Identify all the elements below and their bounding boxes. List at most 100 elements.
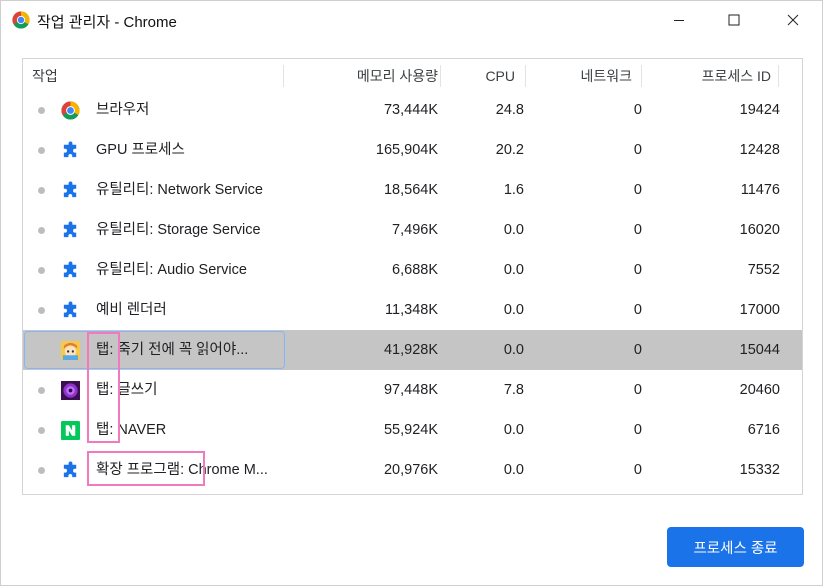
pid-value: 19424 [739,102,780,118]
title-bar: 작업 관리자 - Chrome [1,1,822,39]
naver-icon [61,421,80,440]
task-name: 유틸리티: Storage Service [96,222,261,238]
cpu-value: 0.0 [503,262,524,278]
maximize-button[interactable] [711,1,757,39]
cpu-value: 0.0 [503,222,524,238]
network-value: 0 [633,342,642,358]
column-divider[interactable] [641,65,642,87]
network-value: 0 [633,222,642,238]
memory-value: 73,444K [383,102,438,118]
cpu-value: 7.8 [503,382,524,398]
puzzle-icon [63,181,77,198]
memory-value: 41,928K [383,342,438,358]
status-dot [38,307,45,314]
cpu-value: 0.0 [503,422,524,438]
task-name: 유틸리티: Audio Service [96,262,247,278]
status-dot [38,187,45,194]
memory-value: 11,348K [385,302,438,318]
purple-flower-favicon-icon [61,381,80,400]
window-title: 작업 관리자 - Chrome [37,14,177,31]
status-dot [38,267,45,274]
task-manager-window: 작업 관리자 - Chrome 작업 메모리 사용량 CPU 네트워크 프로세스… [0,0,823,586]
status-dot [38,467,45,474]
cpu-value: 0.0 [503,462,524,478]
close-button[interactable] [770,1,816,39]
task-name: 탭: 죽기 전에 꼭 읽어야... [96,342,249,358]
table-header: 작업 메모리 사용량 CPU 네트워크 프로세스 ID [23,59,802,93]
pid-value: 15332 [739,462,780,478]
table-row[interactable]: 유틸리티: Audio Service 6,688K 0.0 0 7552 [23,250,802,290]
network-value: 0 [633,142,642,158]
column-header-task[interactable]: 작업 [32,59,58,93]
status-dot [38,107,45,114]
task-name: 브라우저 [96,102,150,118]
network-value: 0 [633,182,642,198]
pid-value: 6716 [747,422,780,438]
cpu-value: 0.0 [503,342,524,358]
network-value: 0 [633,422,642,438]
minimize-button[interactable] [656,1,702,39]
table-row[interactable]: 탭: 죽기 전에 꼭 읽어야... 41,928K 0.0 0 15044 [23,330,802,370]
column-divider[interactable] [525,65,526,87]
pid-value: 11476 [740,182,780,198]
task-name: GPU 프로세스 [96,142,185,158]
network-value: 0 [633,102,642,118]
status-dot [38,227,45,234]
table-row[interactable]: 유틸리티: Network Service 18,564K 1.6 0 1147… [23,170,802,210]
maximize-icon [728,14,740,26]
table-row[interactable]: GPU 프로세스 165,904K 20.2 0 12428 [23,130,802,170]
pid-value: 7552 [747,262,780,278]
task-name: 확장 프로그램: Chrome M... [96,462,268,478]
memory-value: 7,496K [392,222,438,238]
pid-value: 17000 [739,302,780,318]
puzzle-icon [63,141,77,158]
memory-value: 18,564K [383,182,438,198]
puzzle-icon [63,221,77,238]
memory-value: 6,688K [392,262,438,278]
column-divider[interactable] [778,65,779,87]
memory-value: 97,448K [383,382,438,398]
column-divider[interactable] [440,65,441,87]
pid-value: 12428 [739,142,780,158]
puzzle-icon [63,261,77,278]
table-row[interactable]: 유틸리티: Storage Service 7,496K 0.0 0 16020 [23,210,802,250]
network-value: 0 [633,302,642,318]
process-table: 작업 메모리 사용량 CPU 네트워크 프로세스 ID 브라우저 73,444K… [22,58,803,495]
pid-value: 20460 [739,382,780,398]
network-value: 0 [633,382,642,398]
table-row[interactable]: 브라우저 73,444K 24.8 0 19424 [23,90,802,130]
task-name: 예비 렌더러 [96,302,167,318]
status-dot [38,427,45,434]
column-header-pid[interactable]: 프로세스 ID [648,59,771,93]
pid-value: 15044 [739,342,780,358]
table-row[interactable]: 예비 렌더러 11,348K 0.0 0 17000 [23,290,802,330]
minimize-icon [674,20,684,21]
task-name: 탭: NAVER [96,422,167,438]
status-dot [38,387,45,394]
memory-value: 165,904K [375,142,438,158]
end-process-button[interactable]: 프로세스 종료 [667,527,804,567]
column-header-memory[interactable]: 메모리 사용량 [283,59,438,93]
puzzle-icon [63,461,77,478]
chrome-icon [61,101,80,120]
cpu-value: 0.0 [503,302,524,318]
table-row[interactable]: 탭: 글쓰기 97,448K 7.8 0 20460 [23,370,802,410]
pid-value: 16020 [739,222,780,238]
cpu-value: 20.2 [495,142,524,158]
puzzle-icon [63,301,77,318]
status-dot [38,147,45,154]
column-header-network[interactable]: 네트워크 [528,59,632,93]
memory-value: 55,924K [383,422,438,438]
task-name: 탭: 글쓰기 [96,382,158,398]
chrome-icon [12,11,30,29]
table-row[interactable]: 탭: NAVER 55,924K 0.0 0 6716 [23,410,802,450]
cartoon-favicon-icon [61,341,80,360]
task-name: 유틸리티: Network Service [96,182,263,198]
cpu-value: 24.8 [495,102,524,118]
close-icon [787,14,799,26]
memory-value: 20,976K [383,462,438,478]
table-row[interactable]: 확장 프로그램: Chrome M... 20,976K 0.0 0 15332 [23,450,802,490]
column-header-cpu[interactable]: CPU [443,59,515,93]
cpu-value: 1.6 [503,182,524,198]
network-value: 0 [633,262,642,278]
